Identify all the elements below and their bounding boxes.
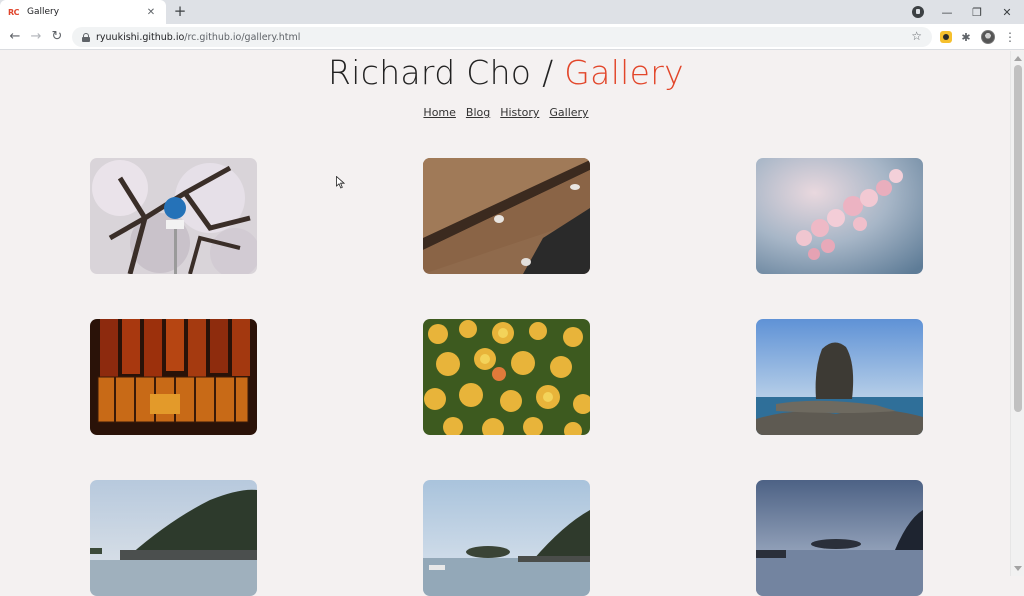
url-path: /rc.github.io/gallery.html	[184, 31, 301, 43]
nav-link-blog[interactable]: Blog	[466, 106, 490, 119]
restore-button[interactable]: ❐	[962, 0, 992, 24]
window-close-button[interactable]: ✕	[992, 0, 1022, 24]
scroll-up-arrow-icon[interactable]	[1014, 56, 1022, 61]
new-tab-button[interactable]: +	[171, 3, 189, 21]
mouse-cursor	[336, 176, 345, 189]
extension-icon[interactable]	[938, 29, 954, 45]
page-scrollbar[interactable]	[1010, 51, 1024, 576]
nav-link-gallery[interactable]: Gallery	[549, 106, 588, 119]
gallery-photo-cherry-tree[interactable]	[90, 158, 257, 274]
reload-icon[interactable]: ↻	[48, 28, 66, 46]
gallery-photo-lanterns[interactable]	[90, 319, 257, 435]
browser-tab-bar: RC Gallery ✕ + — ❐ ✕	[0, 0, 1024, 24]
minimize-button[interactable]: —	[932, 0, 962, 24]
title-name: Richard Cho /	[328, 53, 565, 92]
browser-tab-gallery[interactable]: RC Gallery ✕	[0, 0, 166, 24]
back-icon[interactable]: ←	[6, 28, 24, 46]
nav-link-home[interactable]: Home	[423, 106, 455, 119]
gallery-photo-bay-hills[interactable]	[90, 480, 257, 596]
gallery-photo-bay-boat[interactable]	[423, 480, 590, 596]
site-nav: Home Blog History Gallery	[0, 106, 1012, 119]
scroll-down-arrow-icon[interactable]	[1014, 566, 1022, 571]
lock-icon	[82, 33, 90, 42]
bookmark-star-icon[interactable]: ☆	[911, 29, 922, 43]
avatar[interactable]	[980, 29, 996, 45]
page-title: Richard Cho / Gallery	[0, 53, 1012, 92]
gallery-photo-tulips[interactable]	[423, 319, 590, 435]
gallery-photo-bay-dusk[interactable]	[756, 480, 923, 596]
site-favicon: RC	[8, 7, 20, 17]
profile-icon[interactable]	[912, 6, 924, 18]
address-bar[interactable]: ryuukishi.github.io/rc.github.io/gallery…	[72, 27, 932, 47]
scroll-thumb[interactable]	[1014, 65, 1022, 412]
tab-title: Gallery	[27, 7, 60, 17]
forward-icon[interactable]: →	[27, 28, 45, 46]
gallery-photo-bench[interactable]	[423, 158, 590, 274]
browser-toolbar: ← → ↻ ryuukishi.github.io/rc.github.io/g…	[0, 24, 1024, 50]
title-accent: Gallery	[564, 53, 684, 92]
gallery-photo-pink-blossom[interactable]	[756, 158, 923, 274]
nav-link-history[interactable]: History	[500, 106, 539, 119]
gallery-photo-sea-rock[interactable]	[756, 319, 923, 435]
tab-close-icon[interactable]: ✕	[144, 7, 158, 18]
gallery-page: Richard Cho / Gallery Home Blog History …	[0, 51, 1012, 596]
puzzle-icon[interactable]: ✱	[958, 29, 974, 45]
menu-icon[interactable]: ⋮	[1002, 29, 1018, 45]
url-host: ryuukishi.github.io	[96, 31, 185, 43]
